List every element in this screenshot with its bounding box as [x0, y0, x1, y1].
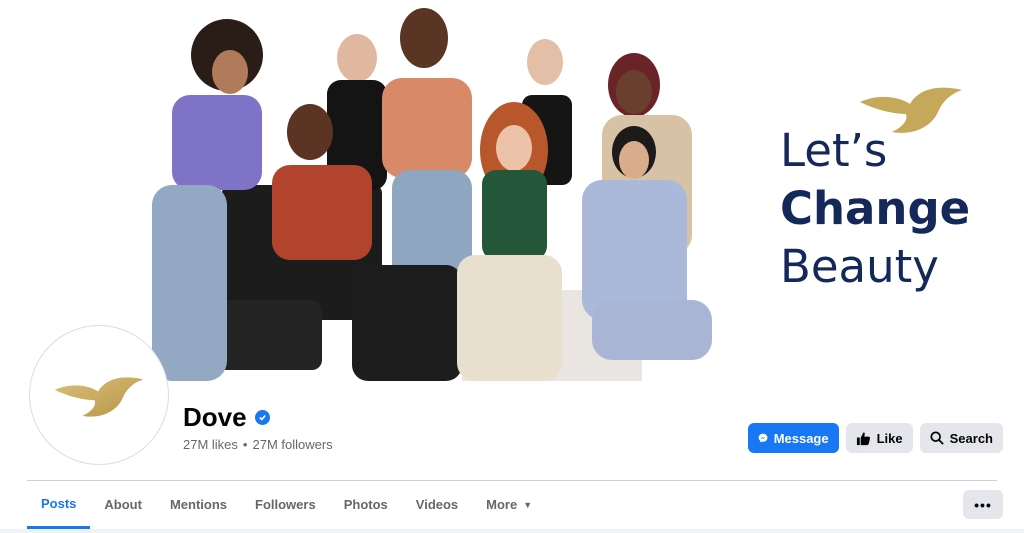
dove-bird-icon [54, 377, 144, 417]
profile-avatar[interactable] [29, 325, 169, 465]
search-button-label: Search [949, 430, 993, 446]
messenger-icon [758, 433, 768, 443]
tab-more[interactable]: More ▼ [472, 481, 546, 528]
page-title: Dove [183, 402, 270, 433]
search-button[interactable]: Search [919, 423, 1003, 453]
page-actions: Message Like Search [747, 423, 1003, 453]
message-button[interactable]: Message [747, 423, 839, 453]
likes-count[interactable]: 27M likes [183, 437, 238, 452]
caret-down-icon: ▼ [523, 499, 533, 510]
message-button-label: Message [773, 430, 829, 446]
page-name-text: Dove [183, 402, 247, 432]
tagline-line-3: Beauty [780, 240, 939, 293]
tab-mentions[interactable]: Mentions [156, 481, 241, 528]
like-button[interactable]: Like [845, 423, 913, 453]
cover-tagline: Let’s Change Beauty [780, 122, 970, 296]
tab-videos[interactable]: Videos [402, 481, 472, 528]
like-button-label: Like [876, 430, 903, 446]
tab-more-label: More [486, 497, 518, 512]
page-tabs: Posts About Mentions Followers Photos Vi… [27, 481, 546, 529]
followers-count[interactable]: 27M followers [252, 437, 332, 452]
tab-about[interactable]: About [90, 481, 156, 528]
search-icon [930, 431, 944, 445]
page-stats: 27M likes • 27M followers [183, 437, 333, 452]
cover-photo[interactable]: Let’s Change Beauty [0, 0, 1024, 381]
tab-followers[interactable]: Followers [241, 481, 330, 528]
tab-photos[interactable]: Photos [330, 481, 402, 528]
stats-separator: • [242, 437, 248, 452]
verified-badge-icon [254, 410, 270, 425]
facebook-page: Let’s Change Beauty Dove 27M likes • 27M… [0, 0, 1024, 533]
cover-group-photo [132, 0, 732, 381]
tab-posts[interactable]: Posts [27, 481, 91, 529]
more-options-button[interactable]: ••• [963, 490, 1003, 519]
tagline-line-2: Change [780, 182, 971, 235]
thumbs-up-icon [856, 431, 870, 445]
tagline-line-1: Let’s [780, 124, 888, 177]
page-background-strip [0, 529, 1024, 533]
